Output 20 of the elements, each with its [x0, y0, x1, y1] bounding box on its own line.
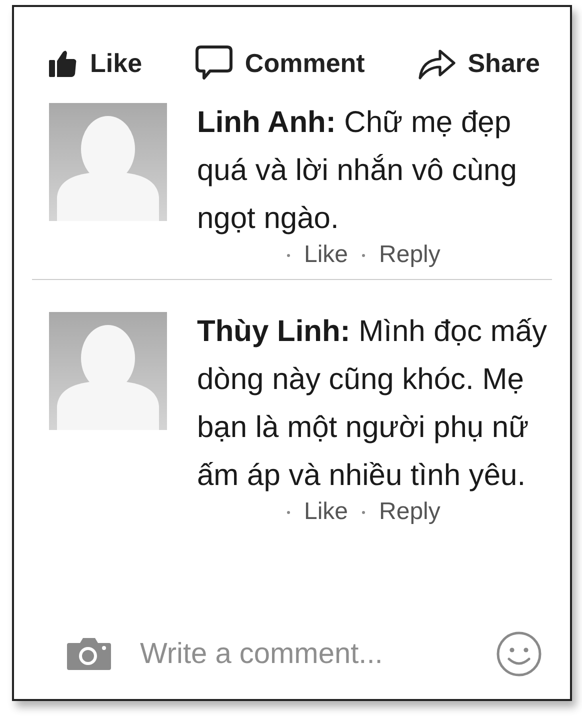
smiley-icon[interactable] — [496, 631, 542, 677]
avatar-icon — [49, 312, 167, 430]
camera-icon[interactable] — [66, 637, 112, 671]
comment-text: Thùy Linh: Mình đọc mấy dòng này cũng khóc. Mẹ bạn là một người phụ nữ ấm áp và nhiều tình yêu. — [197, 314, 548, 494]
thumbs-up-icon — [48, 48, 78, 78]
separator-dot — [362, 254, 366, 256]
reply-link[interactable]: Reply — [379, 241, 440, 269]
like-button[interactable]: Like — [48, 48, 142, 78]
speech-bubble-icon — [194, 45, 233, 81]
separator-dot — [362, 510, 366, 514]
share-button[interactable]: Share — [418, 46, 540, 80]
reply-link[interactable]: Reply — [379, 498, 440, 526]
separator-dot — [287, 510, 290, 514]
comment-input[interactable]: Write a comment... — [140, 634, 468, 674]
like-link[interactable]: Like — [304, 498, 348, 526]
avatar-icon — [49, 103, 167, 221]
separator-dot — [287, 254, 290, 256]
comment-text: Linh Anh: Chữ mẹ đẹp quá và lời nhắn vô cùng ngọt ngào. — [197, 105, 518, 237]
comment-button[interactable]: Comment — [194, 45, 365, 81]
like-link[interactable]: Like — [304, 241, 348, 269]
